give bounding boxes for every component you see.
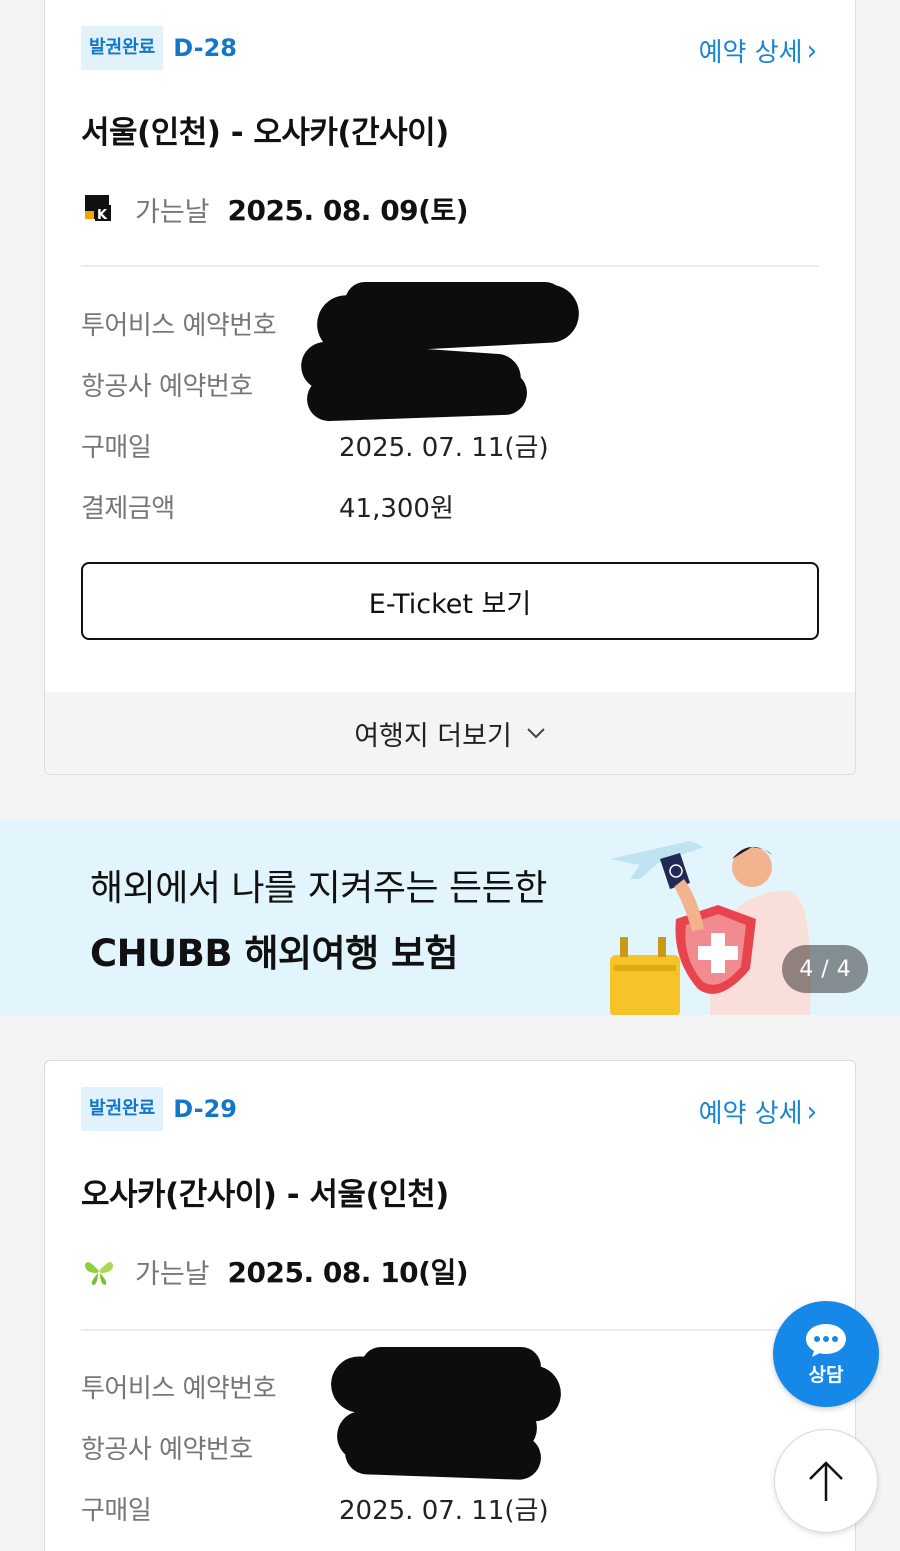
info-label: 구매일 — [81, 1495, 152, 1526]
chevron-down-icon — [526, 723, 546, 744]
more-destinations-label: 여행지 더보기 — [354, 720, 512, 752]
info-row-purchase-date: 구매일 2025. 07. 11(금) — [81, 1488, 819, 1528]
info-value: 2025. 07. 11(금) — [339, 432, 549, 463]
banner-page-total: 4 — [836, 956, 851, 982]
info-label: 항공사 예약번호 — [81, 1434, 253, 1465]
redaction-mark — [361, 1347, 541, 1387]
info-row-payment-amount: 결제금액 41,300원 — [81, 486, 819, 526]
banner-page-indicator: 4 / 4 — [782, 945, 868, 993]
route-title: 오사카(간사이) - 서울(인천) — [81, 1177, 449, 1213]
info-label: 투어비스 예약번호 — [81, 1373, 277, 1404]
banner-page-separator: / — [821, 956, 829, 982]
status-row: 발권완료 D-28 — [81, 26, 237, 70]
booking-detail-link[interactable]: 예약 상세 › — [699, 1093, 817, 1130]
butterfly-airline-logo — [85, 1262, 113, 1285]
booking-detail-link[interactable]: 예약 상세 › — [699, 32, 817, 69]
redaction-mark — [344, 1429, 542, 1481]
status-row: 발권완료 D-29 — [81, 1087, 237, 1131]
info-label: 결제금액 — [81, 493, 175, 524]
booking-detail-label: 예약 상세 — [698, 1099, 803, 1129]
info-value: 2025. 07. 11(금) — [339, 1495, 549, 1526]
banner-page-current: 4 — [799, 956, 814, 982]
banner-title: CHUBB 해외여행 보험 — [90, 932, 459, 975]
info-label: 투어비스 예약번호 — [81, 310, 277, 341]
redaction-mark — [345, 282, 565, 322]
booking-detail-label: 예약 상세 — [698, 38, 803, 68]
departure-row: 가는날 2025. 08. 10(일) — [81, 1251, 469, 1291]
more-destinations-button[interactable]: 여행지 더보기 — [45, 692, 855, 774]
scroll-top-button[interactable] — [774, 1429, 878, 1533]
info-value: 41,300원 — [339, 493, 454, 524]
booking-card-2: 발권완료 D-29 예약 상세 › 오사카(간사이) - 서울(인천) 가는날 … — [44, 1060, 856, 1551]
status-badge: 발권완료 — [81, 1087, 164, 1131]
info-row-purchase-date: 구매일 2025. 07. 11(금) — [81, 425, 819, 465]
departure-label: 가는날 — [135, 196, 210, 228]
departure-label: 가는날 — [135, 1258, 210, 1290]
divider — [81, 265, 819, 267]
chat-bubble-icon — [806, 1323, 846, 1357]
booking-card-1: 발권완료 D-28 예약 상세 › 서울(인천) - 오사카(간사이) K 가는… — [44, 0, 856, 775]
departure-date: 2025. 08. 10(일) — [227, 1256, 469, 1289]
status-badge: 발권완료 — [81, 26, 164, 70]
departure-row: K 가는날 2025. 08. 09(토) — [81, 189, 469, 229]
chevron-right-icon: › — [806, 1095, 817, 1128]
dday-label: D-29 — [173, 1095, 237, 1123]
divider — [81, 1329, 819, 1331]
banner-headline: 해외에서 나를 지켜주는 든든한 — [90, 868, 547, 909]
departure-date: 2025. 08. 09(토) — [227, 194, 469, 227]
booking-list-page: 발권완료 D-28 예약 상세 › 서울(인천) - 오사카(간사이) K 가는… — [0, 0, 900, 1551]
svg-text:K: K — [97, 208, 108, 223]
dday-label: D-28 — [173, 34, 237, 62]
chat-consult-button[interactable]: 상담 — [773, 1301, 879, 1407]
insurance-banner[interactable]: 해외에서 나를 지켜주는 든든한 CHUBB 해외여행 보험 4 / 4 — [0, 819, 900, 1015]
route-title: 서울(인천) - 오사카(간사이) — [81, 115, 449, 151]
arrow-up-icon — [809, 1461, 843, 1501]
info-label: 항공사 예약번호 — [81, 371, 253, 402]
eticket-button[interactable]: E-Ticket 보기 — [81, 562, 819, 640]
chevron-right-icon: › — [806, 34, 817, 67]
k-airline-logo: K — [85, 195, 111, 223]
chat-consult-label: 상담 — [808, 1363, 844, 1386]
redaction-mark — [306, 370, 528, 422]
info-label: 구매일 — [81, 432, 152, 463]
